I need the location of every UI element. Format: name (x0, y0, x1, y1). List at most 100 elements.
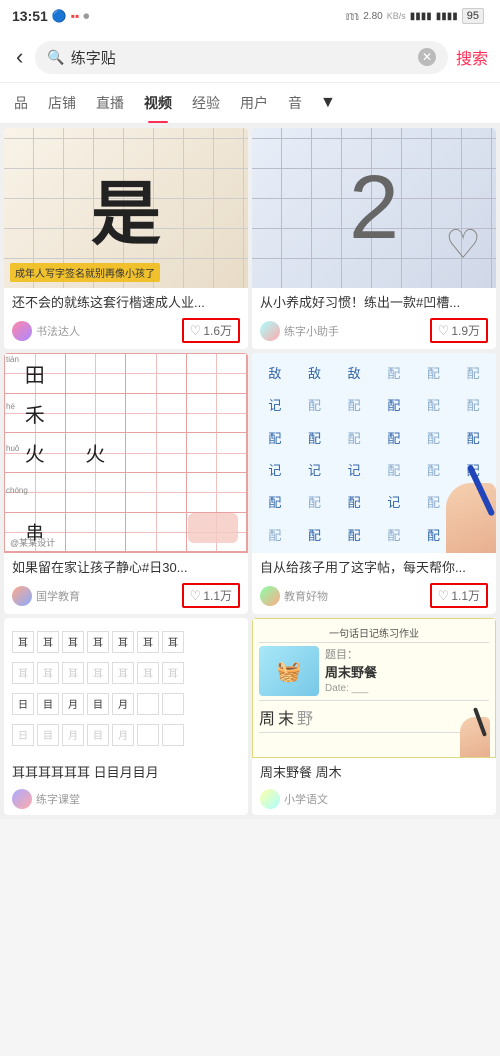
practice-char (137, 724, 159, 746)
record-icon: ⏺ (83, 9, 89, 24)
back-button[interactable]: ‹ (12, 40, 27, 74)
hand-pen-overlay (450, 707, 490, 757)
video-thumb-6: 一句话日记练习作业 🧺 题目： 周末野餐 Date: ___ 周 末 (252, 618, 496, 758)
lined-sheet: 耳 耳 耳 耳 耳 耳 耳 耳 耳 耳 耳 耳 耳 耳 (4, 618, 248, 758)
like-count-2: ♡ 1.9万 (430, 318, 488, 343)
blue-cell: 配 (335, 390, 373, 420)
like-count-3: ♡ 1.1万 (182, 583, 240, 608)
wifi-bars: ▮▮▮▮ (436, 11, 458, 22)
blue-cell: 记 (335, 454, 373, 484)
author-info-5: 练字课堂 (12, 789, 80, 809)
textbook-header: 一句话日记练习作业 (259, 625, 489, 643)
blue-cell: 配 (375, 454, 413, 484)
video-thumb-3: 田 禾 火 火 串 (4, 353, 248, 553)
tab-user[interactable]: 用户 (230, 83, 278, 123)
search-icon: 🔍 (47, 49, 64, 66)
video-thumb-4: 敌 敌 敌 配 配 配 记 配 配 配 配 配 配 配 配 配 配 (252, 353, 496, 553)
filter-icon[interactable]: ▼ (312, 84, 344, 122)
blue-cell: 配 (454, 357, 492, 387)
practice-char: 耳 (12, 662, 34, 684)
author-name-6: 小学语文 (284, 791, 328, 807)
video-card-3[interactable]: 田 禾 火 火 串 (4, 353, 248, 614)
author-name-5: 练字课堂 (36, 791, 80, 807)
search-input-wrap[interactable]: 🔍 练字贴 ✕ (35, 41, 448, 74)
practice-char: 目 (37, 724, 59, 746)
practice-char: 耳 (12, 631, 34, 653)
blue-cell: 记 (375, 487, 413, 517)
signal-bars: ▮▮▮▮ (410, 11, 432, 22)
author-info-2: 练字小助手 (260, 321, 339, 341)
video-card-6[interactable]: 一句话日记练习作业 🧺 题目： 周末野餐 Date: ___ 周 末 (252, 618, 496, 814)
avatar-5 (12, 789, 32, 809)
tab-music[interactable]: 音 (278, 83, 312, 123)
heart-icon-4: ♡ (438, 588, 450, 604)
video-card-1[interactable]: 是 成年人写字签名就别再像小孩了 还不会的就练这套行楷速成人业... 书法达人 … (4, 128, 248, 349)
pen-hand-overlay (426, 463, 496, 553)
tab-bar: 品 店铺 直播 视频 经验 用户 音 ▼ (0, 83, 500, 124)
author-name-1: 书法达人 (36, 323, 80, 339)
blue-cell: 配 (335, 422, 373, 452)
video-card-4[interactable]: 敌 敌 敌 配 配 配 记 配 配 配 配 配 配 配 配 配 配 (252, 353, 496, 614)
blue-cell: 配 (375, 357, 413, 387)
author-name-2: 练字小助手 (284, 323, 339, 339)
heart-icon-1: ♡ (190, 323, 202, 339)
blue-cell: 敌 (296, 357, 334, 387)
network-icon: 🔵 (52, 9, 67, 23)
tian-cell (66, 513, 127, 553)
like-count-4: ♡ 1.1万 (430, 583, 488, 608)
search-button[interactable]: 搜索 (456, 45, 488, 69)
tian-cell (187, 433, 248, 473)
card-title-2: 从小养成好习惯！练出一款#凹槽... (260, 294, 488, 312)
video-card-2[interactable]: 2 ♡ 从小养成好习惯！练出一款#凹槽... 练字小助手 ♡ 1.9万 (252, 128, 496, 349)
blue-cell: 配 (296, 422, 334, 452)
practice-char: 耳 (112, 662, 134, 684)
practice-char: 月 (112, 724, 134, 746)
practice-char (162, 724, 184, 746)
avatar-3 (12, 586, 32, 606)
calligraphy-char: 是 (91, 158, 161, 259)
tian-cell (126, 433, 187, 473)
practice-line-3: 日 目 月 目 月 (12, 693, 240, 715)
blue-cell: 配 (415, 422, 453, 452)
avatar-1 (12, 321, 32, 341)
video-card-5[interactable]: 耳 耳 耳 耳 耳 耳 耳 耳 耳 耳 耳 耳 耳 耳 (4, 618, 248, 814)
practice-char (137, 693, 159, 715)
number-char: 2 (349, 157, 399, 260)
blue-cell: 敌 (256, 357, 294, 387)
tian-cell (126, 354, 187, 394)
tian-cell (126, 513, 187, 553)
practice-line-2: 耳 耳 耳 耳 耳 耳 耳 (12, 662, 240, 684)
eraser-overlay (188, 513, 238, 543)
author-info-3: 国学教育 (12, 586, 80, 606)
avatar-4 (260, 586, 280, 606)
card-meta-2: 练字小助手 ♡ 1.9万 (260, 318, 488, 343)
tian-cell (126, 473, 187, 513)
clear-button[interactable]: ✕ (418, 48, 436, 66)
status-time: 13:51 (12, 8, 48, 24)
tab-video[interactable]: 视频 (134, 83, 182, 123)
author-info-6: 小学语文 (260, 789, 328, 809)
like-count-1: ♡ 1.6万 (182, 318, 240, 343)
practice-char: 月 (62, 724, 84, 746)
tian-cell (126, 394, 187, 434)
battery-indicator: 95 (462, 8, 484, 24)
tab-shop[interactable]: 店铺 (38, 83, 86, 123)
tian-cell (187, 394, 248, 434)
practice-char: 耳 (87, 631, 109, 653)
card-title-3: 如果留在家让孩子静心#日30... (12, 559, 240, 577)
tian-cell (66, 473, 127, 513)
card-title-4: 自从给孩子用了这字帖，每天帮你... (260, 559, 488, 577)
card-meta-6: 小学语文 (260, 789, 488, 809)
blue-cell: 配 (296, 487, 334, 517)
tab-goods[interactable]: 品 (4, 83, 38, 123)
blue-cell: 配 (375, 422, 413, 452)
practice-char: 耳 (62, 662, 84, 684)
blue-cell: 敌 (335, 357, 373, 387)
tab-live[interactable]: 直播 (86, 83, 134, 123)
blue-cell: 配 (454, 422, 492, 452)
card-info-6: 周末野餐 周木 小学语文 (252, 758, 496, 814)
practice-char: 日 (12, 693, 34, 715)
tab-experience[interactable]: 经验 (182, 83, 230, 123)
practice-line-1: 耳 耳 耳 耳 耳 耳 耳 (12, 631, 240, 653)
practice-char: 耳 (37, 631, 59, 653)
